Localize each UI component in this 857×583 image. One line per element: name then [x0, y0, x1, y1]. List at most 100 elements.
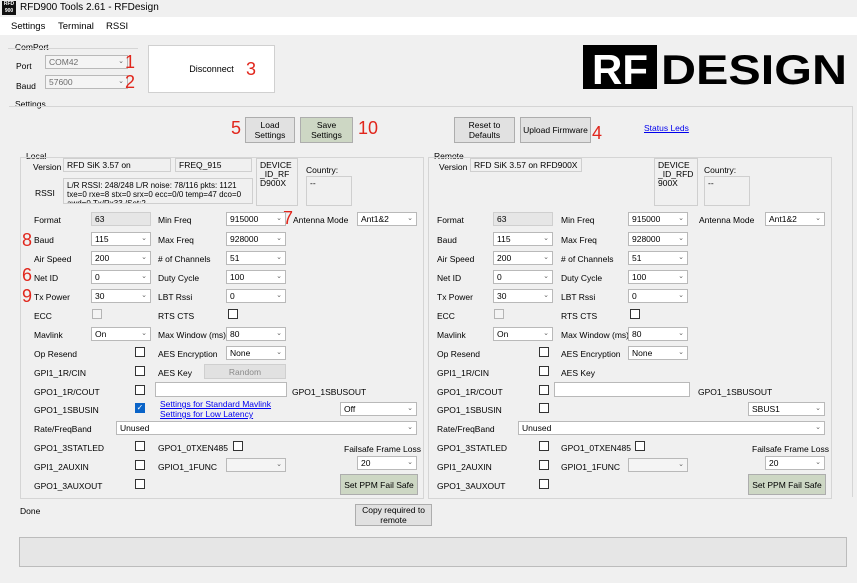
local-low-latency-link[interactable]: Settings for Low Latency	[160, 409, 253, 419]
local-op-resend-checkbox[interactable]	[135, 347, 145, 357]
remote-net-id-select[interactable]: 0 ⌄	[493, 270, 553, 284]
remote-sbus-select[interactable]: SBUS1 ⌄	[748, 402, 825, 416]
remote-tx-power-label: Tx Power	[437, 292, 473, 302]
remote-gpi1-1r-cin-label: GPI1_1R/CIN	[437, 368, 489, 378]
remote-max-freq-select[interactable]: 928000 ⌄	[628, 232, 688, 246]
remote-aes-key-label: AES Key	[561, 368, 596, 378]
local-gpi1-2auxin-checkbox[interactable]	[135, 460, 145, 470]
local-max-freq-select[interactable]: 928000 ⌄	[226, 232, 286, 246]
remote-rate-freqband-select[interactable]: Unused ⌄	[518, 421, 825, 435]
local-rts-cts-checkbox[interactable]	[228, 309, 238, 319]
remote-sbusout-input[interactable]	[554, 382, 690, 397]
local-air-speed-select[interactable]: 200 ⌄	[91, 251, 151, 265]
local-sbus-select[interactable]: Off ⌄	[340, 402, 417, 416]
local-rssi-label: RSSI	[35, 188, 55, 198]
remote-format-field: 63	[493, 212, 553, 226]
menu-rssi[interactable]: RSSI	[106, 21, 128, 32]
local-net-id-select[interactable]: 0 ⌄	[91, 270, 151, 284]
remote-gpi1-1r-cin-checkbox[interactable]	[539, 366, 549, 376]
remote-tx-power-select[interactable]: 30 ⌄	[493, 289, 553, 303]
load-settings-button[interactable]: Load Settings	[245, 117, 295, 143]
local-gpi1-1r-cin-checkbox[interactable]	[135, 366, 145, 376]
remote-net-id-label: Net ID	[437, 273, 462, 283]
local-rate-freqband-select[interactable]: Unused ⌄	[116, 421, 417, 435]
menu-bar	[0, 17, 857, 35]
remote-rts-cts-checkbox[interactable]	[630, 309, 640, 319]
local-aes-key-label: AES Key	[158, 368, 193, 378]
remote-gpi1-2auxin-label: GPI1_2AUXIN	[437, 462, 492, 472]
remote-gpo1-1sbusin-checkbox[interactable]	[539, 403, 549, 413]
remote-gpio1-1func-select[interactable]: ⌄	[628, 458, 688, 472]
upload-firmware-button[interactable]: Upload Firmware	[520, 117, 591, 143]
local-gpo1-3auxout-checkbox[interactable]	[135, 479, 145, 489]
remote-mavlink-select[interactable]: On ⌄	[493, 327, 553, 341]
local-gpo1-3statled-checkbox[interactable]	[135, 441, 145, 451]
remote-gpo1-3statled-checkbox[interactable]	[539, 441, 549, 451]
local-gpo1-1r-cout-checkbox[interactable]	[135, 385, 145, 395]
remote-channels-label: # of Channels	[561, 254, 614, 264]
local-duty-cycle-select[interactable]: 100 ⌄	[226, 270, 286, 284]
remote-failsafe-select[interactable]: 20 ⌄	[765, 456, 825, 470]
remote-lbt-rssi-select[interactable]: 0 ⌄	[628, 289, 688, 303]
local-min-freq-select[interactable]: 915000 ⌄	[226, 212, 286, 226]
local-ecc-checkbox[interactable]	[92, 309, 102, 319]
comport-divider	[8, 48, 138, 49]
reset-defaults-button[interactable]: Reset to Defaults	[454, 117, 515, 143]
local-set-ppm-button[interactable]: Set PPM Fail Safe	[340, 474, 418, 495]
remote-op-resend-checkbox[interactable]	[539, 347, 549, 357]
local-sbusout-input[interactable]	[155, 382, 287, 397]
remote-device-field: DEVICE_ID_RFD900X	[654, 158, 698, 206]
remote-antenna-mode-select[interactable]: Ant1&2 ⌄	[765, 212, 825, 226]
local-baud-select[interactable]: 115 ⌄	[91, 232, 151, 246]
comport-baud-select[interactable]: 57600 ⌄	[45, 75, 128, 89]
annotation-10: 10	[358, 118, 379, 138]
annotation-5: 5	[231, 118, 242, 138]
remote-air-speed-select[interactable]: 200 ⌄	[493, 251, 553, 265]
remote-channels-select[interactable]: 51 ⌄	[628, 251, 688, 265]
remote-max-freq-label: Max Freq	[561, 235, 597, 245]
remote-set-ppm-button[interactable]: Set PPM Fail Safe	[748, 474, 826, 495]
local-freq-field: FREQ_915	[175, 158, 252, 172]
local-failsafe-select[interactable]: 20 ⌄	[357, 456, 417, 470]
local-max-window-select[interactable]: 80 ⌄	[226, 327, 286, 341]
local-gpo1-1sbusin-checkbox[interactable]: ✓	[135, 403, 145, 413]
save-settings-button[interactable]: Save Settings	[300, 117, 353, 143]
port-select[interactable]: COM42 ⌄	[45, 55, 128, 69]
remote-aes-encryption-select[interactable]: None ⌄	[628, 346, 688, 360]
remote-baud-select[interactable]: 115 ⌄	[493, 232, 553, 246]
local-gpio1-1func-select[interactable]: ⌄	[226, 458, 286, 472]
local-aes-encryption-select[interactable]: None ⌄	[226, 346, 286, 360]
local-gpo1-0txen485-label: GPO1_0TXEN485	[158, 443, 228, 453]
local-baud-label: Baud	[34, 235, 54, 245]
local-lbt-rssi-select[interactable]: 0 ⌄	[226, 289, 286, 303]
copy-to-remote-button[interactable]: Copy required to remote	[355, 504, 432, 526]
local-channels-select[interactable]: 51 ⌄	[226, 251, 286, 265]
local-format-field: 63	[91, 212, 151, 226]
remote-duty-cycle-select[interactable]: 100 ⌄	[628, 270, 688, 284]
remote-gpo1-1r-cout-checkbox[interactable]	[539, 385, 549, 395]
local-aes-random-button[interactable]: Random	[204, 364, 286, 379]
remote-max-window-select[interactable]: 80 ⌄	[628, 327, 688, 341]
remote-min-freq-select[interactable]: 915000 ⌄	[628, 212, 688, 226]
local-aes-encryption-label: AES Encryption	[158, 349, 218, 359]
remote-gpo1-0txen485-checkbox[interactable]	[635, 441, 645, 451]
local-gpi1-2auxin-label: GPI1_2AUXIN	[34, 462, 89, 472]
annotation-2: 2	[125, 72, 136, 92]
local-tx-power-select[interactable]: 30 ⌄	[91, 289, 151, 303]
menu-settings[interactable]: Settings	[11, 21, 45, 32]
local-antenna-mode-select[interactable]: Ant1&2 ⌄	[357, 212, 417, 226]
local-gpo1-0txen485-checkbox[interactable]	[233, 441, 243, 451]
app-icon: RFD 900	[2, 1, 16, 15]
local-rssi-text: L/R RSSI: 248/248 L/R noise: 78/116 pkts…	[63, 178, 253, 204]
remote-gpi1-2auxin-checkbox[interactable]	[539, 460, 549, 470]
remote-aes-encryption-label: AES Encryption	[561, 349, 621, 359]
remote-gpo1-3auxout-checkbox[interactable]	[539, 479, 549, 489]
local-standard-mavlink-link[interactable]: Settings for Standard Mavlink	[160, 399, 271, 409]
local-mavlink-select[interactable]: On ⌄	[91, 327, 151, 341]
remote-ecc-checkbox[interactable]	[494, 309, 504, 319]
menu-terminal[interactable]: Terminal	[58, 21, 94, 32]
status-text: Done	[20, 506, 41, 516]
status-leds-link[interactable]: Status Leds	[644, 123, 689, 133]
local-rts-cts-label: RTS CTS	[158, 311, 195, 321]
local-air-speed-label: Air Speed	[34, 254, 72, 264]
